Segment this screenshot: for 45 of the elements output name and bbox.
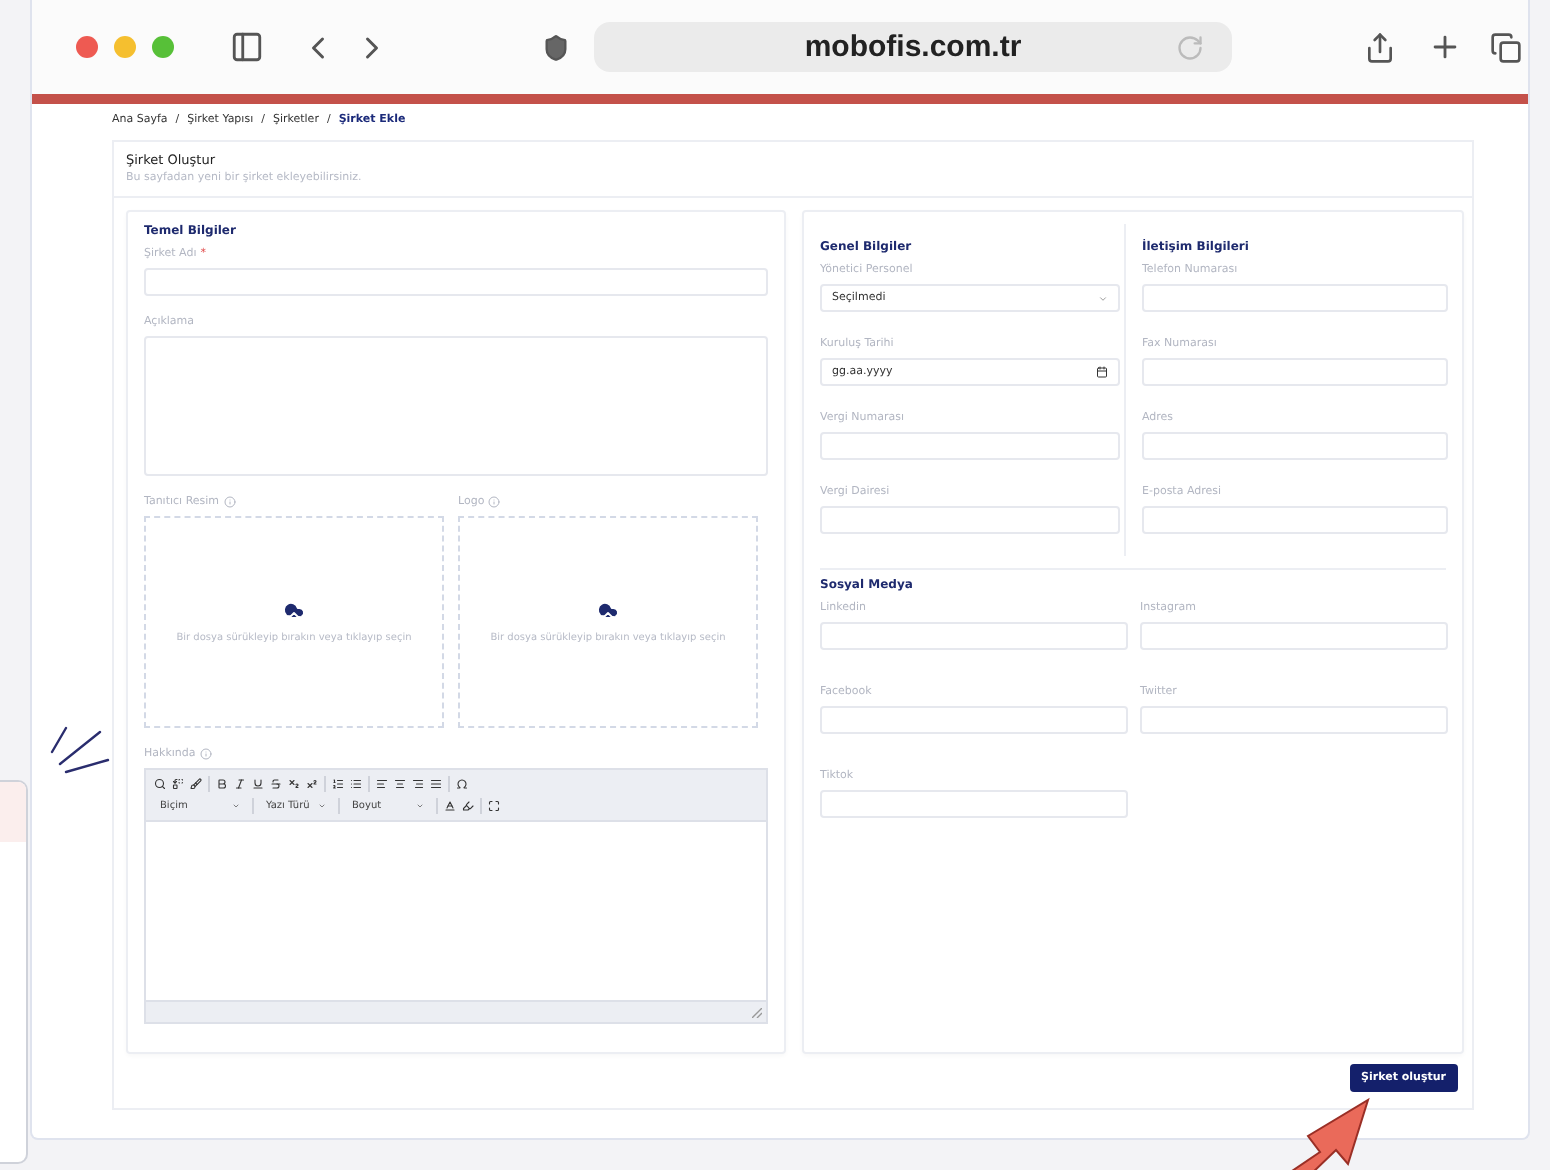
- input-field[interactable]: [1142, 506, 1448, 534]
- resize-grip-icon[interactable]: [752, 1007, 762, 1017]
- justify-icon[interactable]: [430, 778, 442, 790]
- highlight-icon[interactable]: [462, 800, 474, 812]
- dropdown-caret-icon: [1098, 293, 1108, 303]
- new-tab-icon[interactable]: [1428, 30, 1462, 64]
- brush-icon[interactable]: [190, 778, 202, 790]
- input-field[interactable]: [820, 790, 1128, 818]
- replace-icon[interactable]: [172, 778, 184, 790]
- superscript-icon[interactable]: [306, 778, 318, 790]
- input-field[interactable]: [144, 268, 768, 296]
- info-icon: [223, 495, 236, 507]
- share-icon[interactable]: [1364, 31, 1396, 63]
- italic-icon[interactable]: [234, 778, 246, 790]
- align-left-icon[interactable]: [376, 778, 388, 790]
- info-icon: [199, 747, 212, 759]
- textarea-field[interactable]: [144, 336, 768, 476]
- underline-icon[interactable]: [252, 778, 264, 790]
- input-field[interactable]: [1142, 358, 1448, 386]
- input-field[interactable]: [1142, 432, 1448, 460]
- align-center-icon[interactable]: [394, 778, 406, 790]
- input-field[interactable]: [1140, 706, 1448, 734]
- bullet-list-icon[interactable]: [350, 778, 362, 790]
- strikethrough-icon[interactable]: [270, 778, 282, 790]
- bold-icon[interactable]: [216, 778, 228, 790]
- calendar-icon[interactable]: [1096, 366, 1108, 378]
- input-field[interactable]: [820, 622, 1128, 650]
- maximize-icon[interactable]: [488, 800, 500, 812]
- tabs-icon[interactable]: [1490, 31, 1522, 63]
- subscript-icon[interactable]: [288, 778, 300, 790]
- input-field[interactable]: [820, 432, 1120, 460]
- text-color-icon[interactable]: [444, 800, 456, 812]
- numbered-list-icon[interactable]: [332, 778, 344, 790]
- search-icon[interactable]: [154, 778, 166, 790]
- shield-icon: [542, 33, 570, 61]
- align-right-icon[interactable]: [412, 778, 424, 790]
- info-icon: [488, 495, 501, 507]
- input-field[interactable]: [820, 706, 1128, 734]
- close-window-button[interactable]: [76, 36, 98, 58]
- input-field[interactable]: [1142, 284, 1448, 312]
- input-field[interactable]: [1140, 622, 1448, 650]
- address-bar[interactable]: mobofis.com.tr: [594, 22, 1232, 72]
- omega-icon[interactable]: [456, 778, 468, 790]
- sidebar-icon[interactable]: [230, 30, 264, 64]
- input-field[interactable]: [820, 506, 1120, 534]
